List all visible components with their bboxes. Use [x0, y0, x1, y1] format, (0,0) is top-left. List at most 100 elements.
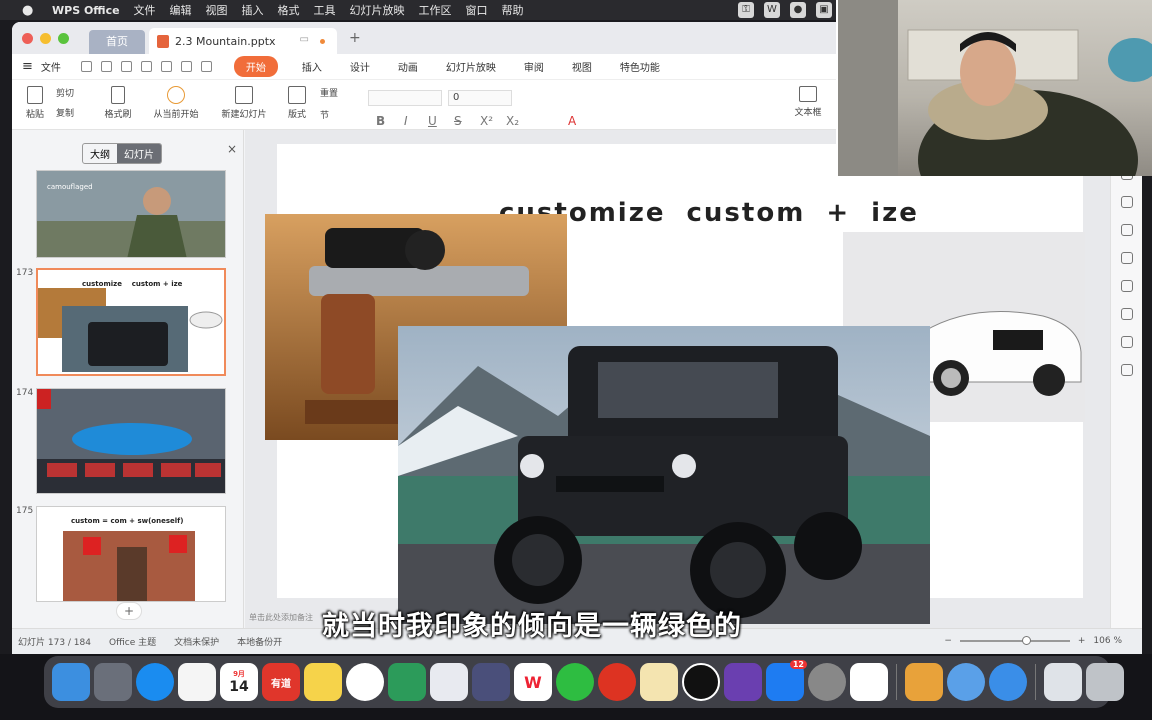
- shortcuts-icon[interactable]: [989, 663, 1027, 701]
- play-from-current-button[interactable]: 从当前开始: [146, 86, 206, 120]
- wps-tray-icon[interactable]: W: [764, 2, 780, 18]
- bold-button[interactable]: B: [376, 114, 385, 128]
- reset-button[interactable]: 重置: [320, 86, 338, 99]
- ribbon-file-menu[interactable]: 文件: [41, 59, 61, 74]
- slide-thumbnail-173[interactable]: customize custom + ize: [36, 268, 226, 376]
- archive-utility-icon[interactable]: [905, 663, 943, 701]
- menu-slideshow[interactable]: 幻灯片放映: [350, 2, 405, 18]
- system-preferences-icon[interactable]: [808, 663, 846, 701]
- zoom-out-button[interactable]: −: [944, 636, 952, 646]
- zoom-window-button[interactable]: [58, 32, 69, 44]
- section-button[interactable]: 节: [320, 108, 329, 121]
- upload-icon[interactable]: [724, 663, 762, 701]
- close-panel-button[interactable]: ×: [227, 142, 237, 156]
- menu-hamburger-icon[interactable]: ≡: [22, 59, 33, 74]
- tab-design[interactable]: 设计: [350, 59, 370, 74]
- black-suv-image[interactable]: [398, 326, 930, 624]
- theme-name[interactable]: Office 主题: [109, 635, 156, 648]
- slide-thumbnail-174[interactable]: [36, 388, 226, 494]
- tab-document[interactable]: 2.3 Mountain.pptx ▭: [149, 28, 337, 54]
- feishu-icon[interactable]: [947, 663, 985, 701]
- style-icon[interactable]: [1120, 196, 1133, 208]
- zoom-knob[interactable]: [1021, 636, 1031, 645]
- italic-button[interactable]: I: [404, 114, 408, 128]
- apple-menu-icon[interactable]: ●: [22, 3, 36, 18]
- shield-icon[interactable]: [1120, 364, 1133, 376]
- cut-button[interactable]: 剪切: [56, 86, 74, 99]
- numbers-icon[interactable]: [388, 663, 426, 701]
- print-icon[interactable]: [140, 61, 152, 72]
- close-window-button[interactable]: [22, 32, 33, 44]
- format-painter-button[interactable]: 格式刷: [100, 86, 136, 120]
- notes-placeholder[interactable]: 单击此处添加备注: [249, 612, 313, 623]
- netease-music-icon[interactable]: [598, 663, 636, 701]
- add-slide-button[interactable]: +: [116, 602, 142, 620]
- tab-home-ribbon[interactable]: 开始: [233, 56, 278, 77]
- wechat-icon[interactable]: [556, 663, 594, 701]
- underline-button[interactable]: U: [428, 114, 437, 128]
- pages-icon[interactable]: [640, 663, 678, 701]
- launchpad-icon[interactable]: [94, 663, 132, 701]
- layout-button[interactable]: 版式: [284, 86, 310, 120]
- tab-home[interactable]: 首页: [89, 30, 145, 54]
- slide-thumbnail-172[interactable]: camouflaged: [36, 170, 226, 258]
- menu-edit[interactable]: 编辑: [170, 2, 192, 18]
- photos-icon[interactable]: [178, 663, 216, 701]
- calendar-icon[interactable]: 9月 14: [220, 663, 258, 701]
- tab-animation[interactable]: 动画: [398, 59, 418, 74]
- zoom-level[interactable]: 106 %: [1093, 636, 1122, 646]
- youdao-icon[interactable]: 有道: [262, 663, 300, 701]
- save-icon[interactable]: [100, 61, 112, 72]
- redo-icon[interactable]: [200, 61, 212, 72]
- notes-icon[interactable]: [304, 663, 342, 701]
- minimize-window-button[interactable]: [40, 32, 51, 44]
- zoom-in-button[interactable]: +: [1078, 636, 1086, 646]
- menu-format[interactable]: 格式: [278, 2, 300, 18]
- settings-icon[interactable]: [1120, 280, 1133, 292]
- tab-slideshow[interactable]: 幻灯片放映: [446, 59, 496, 74]
- downloads-stack-icon[interactable]: [1044, 663, 1082, 701]
- panda-app-icon[interactable]: [850, 663, 888, 701]
- paste-button[interactable]: 粘贴: [20, 86, 50, 120]
- menu-tools[interactable]: 工具: [314, 2, 336, 18]
- menu-file[interactable]: 文件: [134, 2, 156, 18]
- preview-icon[interactable]: [160, 61, 172, 72]
- obs-tray-icon[interactable]: ●: [790, 2, 806, 18]
- menu-help[interactable]: 帮助: [502, 2, 524, 18]
- obs-icon[interactable]: [682, 663, 720, 701]
- slide-icon[interactable]: [1120, 224, 1133, 236]
- menu-window[interactable]: 窗口: [466, 2, 488, 18]
- baidu-netdisk-icon[interactable]: [430, 663, 468, 701]
- wps-icon[interactable]: W: [514, 663, 552, 701]
- strikethrough-button[interactable]: S: [454, 114, 462, 128]
- app-store-icon[interactable]: 12: [766, 660, 807, 701]
- font-color-button[interactable]: A: [568, 114, 576, 128]
- export-icon[interactable]: [120, 61, 132, 72]
- new-tab-button[interactable]: +: [349, 30, 361, 46]
- tab-features[interactable]: 特色功能: [620, 59, 660, 74]
- tab-view[interactable]: 视图: [572, 59, 592, 74]
- menu-view[interactable]: 视图: [206, 2, 228, 18]
- protect-status[interactable]: 文档未保护: [174, 635, 219, 648]
- translate-icon[interactable]: ⚿: [738, 2, 754, 18]
- open-icon[interactable]: [80, 61, 92, 72]
- chrome-icon[interactable]: [346, 663, 384, 701]
- font-family-select[interactable]: [368, 90, 442, 106]
- subscript-button[interactable]: X₂: [506, 114, 519, 128]
- font-size-select[interactable]: 0: [448, 90, 512, 106]
- slide-thumbnail-175[interactable]: custom = com + sw(oneself): [36, 506, 226, 602]
- menu-app-name[interactable]: WPS Office: [52, 4, 120, 17]
- copy-button[interactable]: 复制: [56, 106, 74, 119]
- tab-insert[interactable]: 插入: [302, 59, 322, 74]
- zoom-slider[interactable]: [959, 636, 1070, 645]
- trash-icon[interactable]: [1086, 663, 1124, 701]
- text-box-button[interactable]: 文本框: [788, 86, 828, 118]
- safari-icon[interactable]: [136, 663, 174, 701]
- finder-icon[interactable]: [52, 663, 90, 701]
- display-tray-icon[interactable]: ▣: [816, 2, 832, 18]
- menu-insert[interactable]: 插入: [242, 2, 264, 18]
- history-icon[interactable]: [1120, 308, 1133, 320]
- outline-tab[interactable]: 大纲: [83, 144, 117, 163]
- backup-status[interactable]: 本地备份开: [237, 635, 282, 648]
- superscript-button[interactable]: X²: [480, 114, 493, 128]
